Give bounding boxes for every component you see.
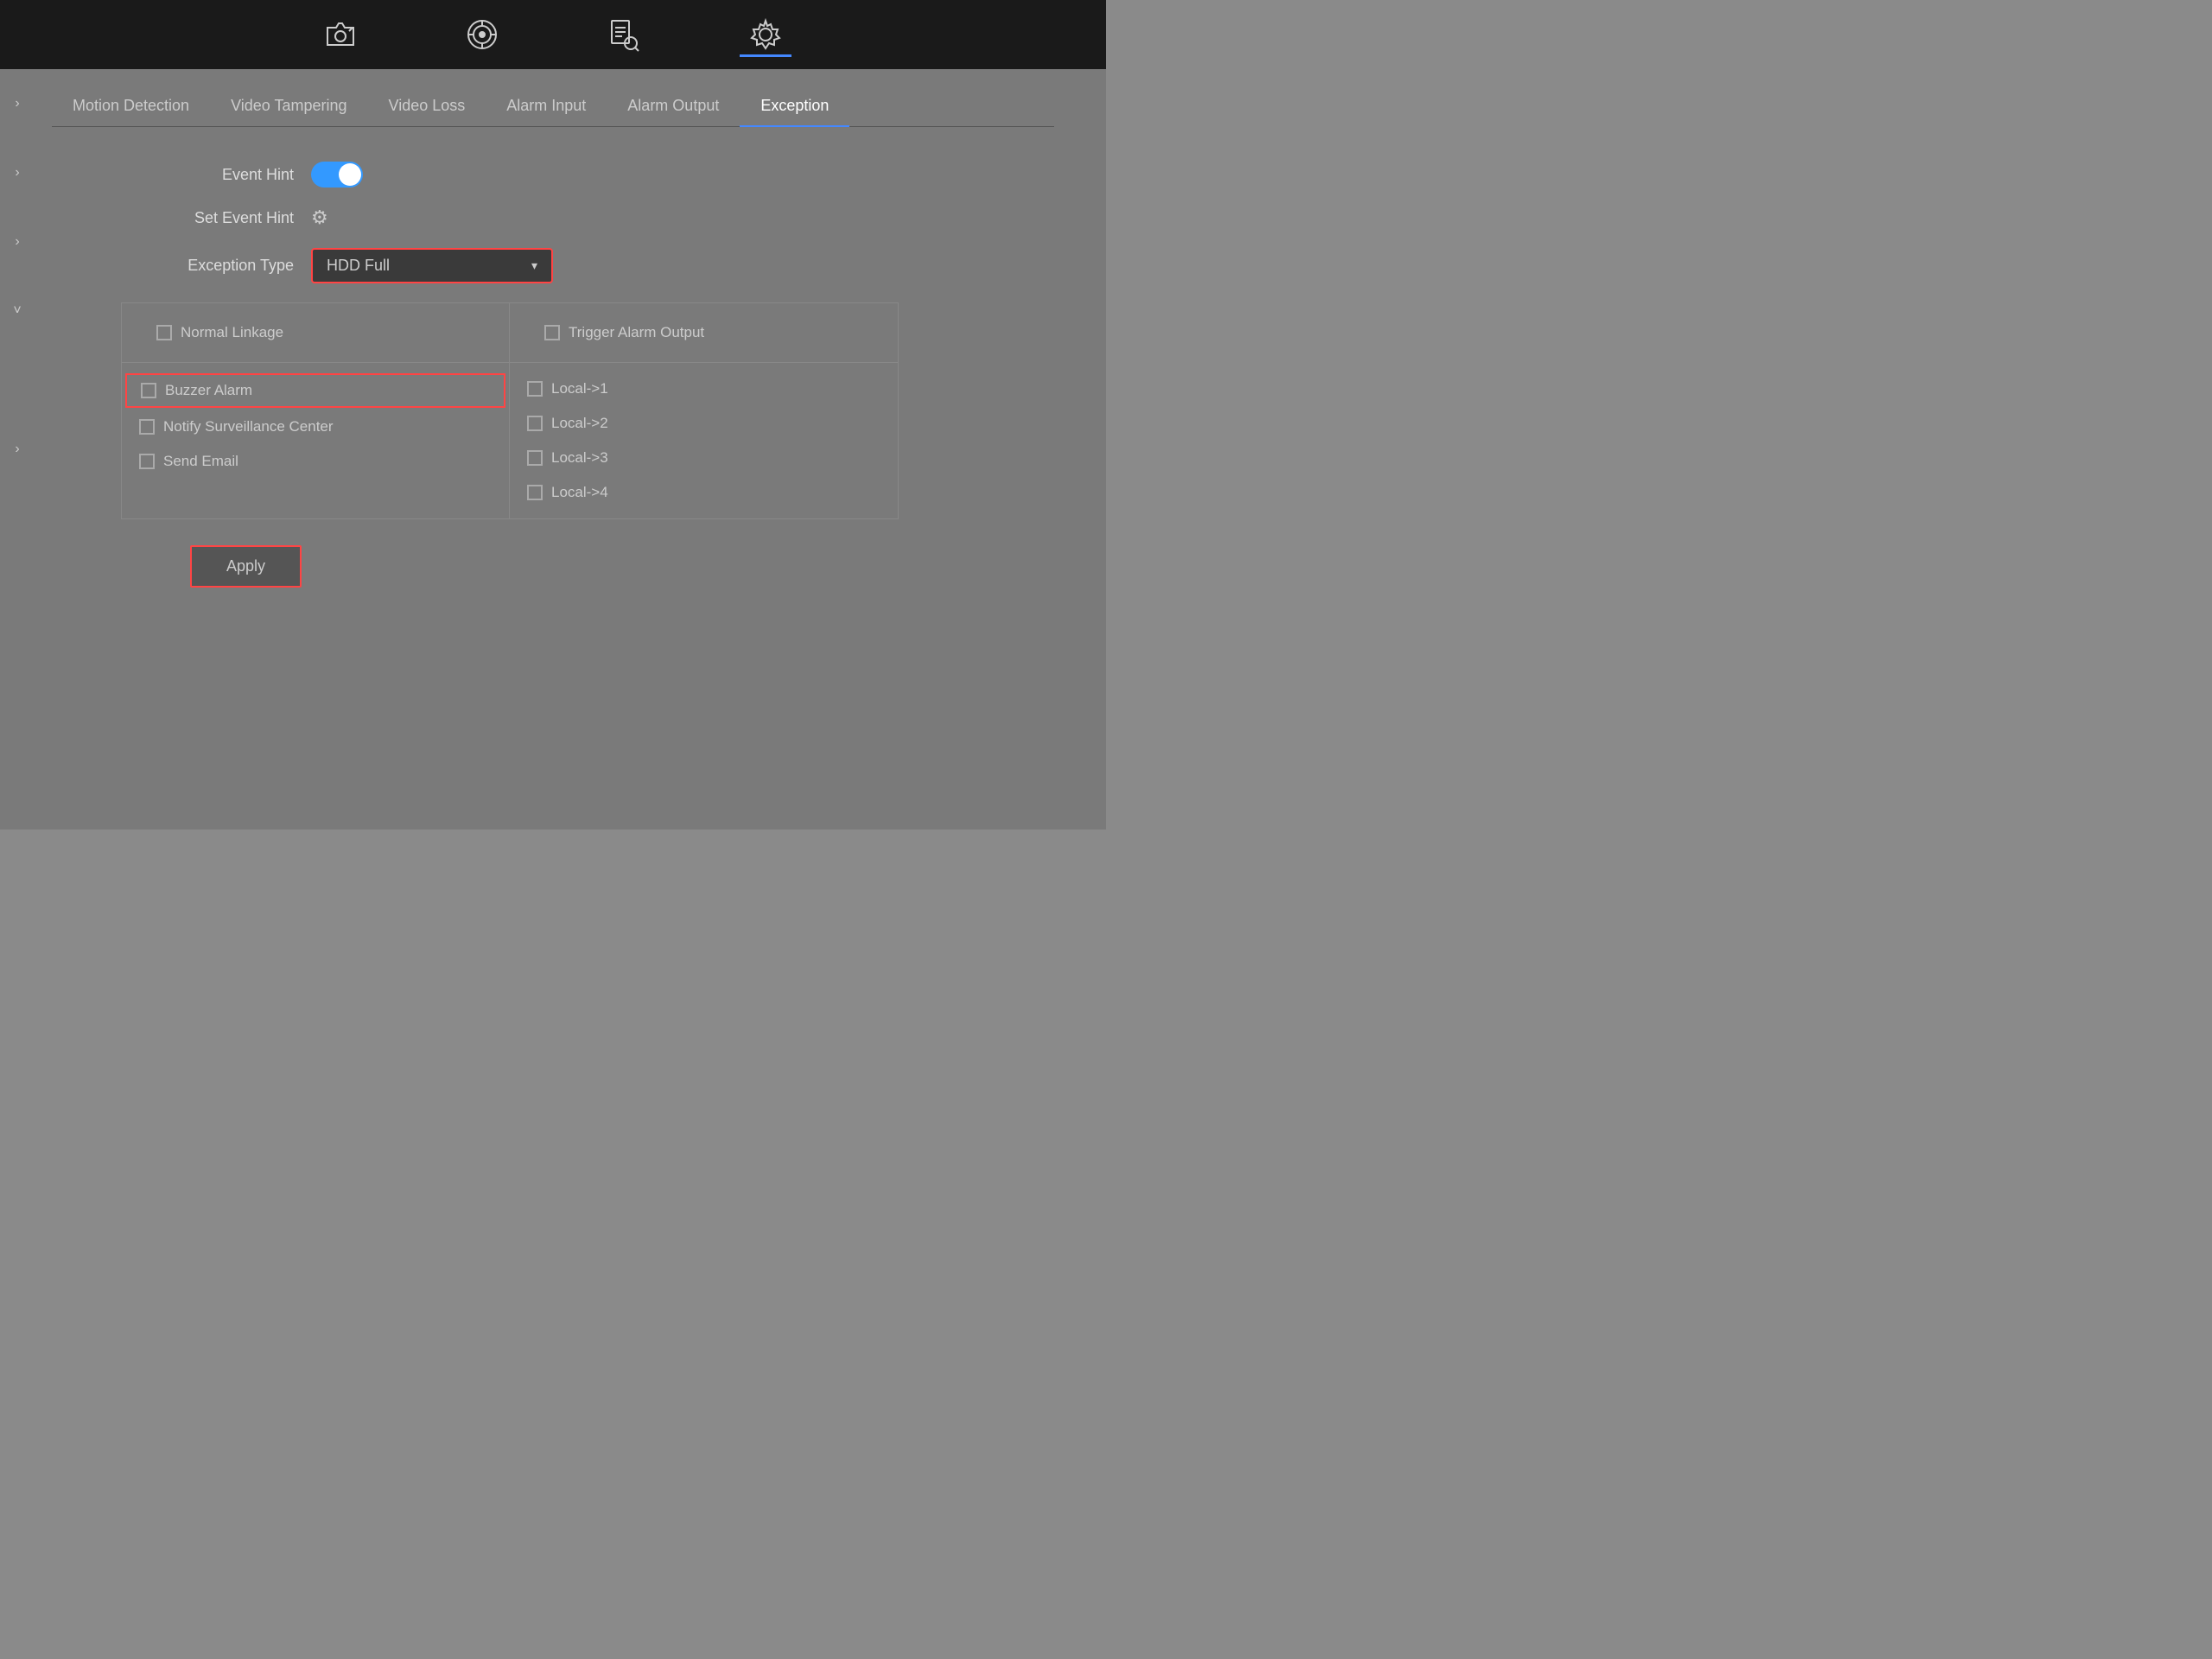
local-1-checkbox[interactable] (527, 381, 543, 397)
content-area: › › › ˅ › Motion Detection Video Tamperi… (0, 69, 1106, 830)
tab-motion-detection[interactable]: Motion Detection (52, 86, 210, 127)
form-area: Event Hint Set Event Hint ⚙ Exception Ty… (52, 153, 1054, 596)
sidebar-arrow-2[interactable]: › (9, 164, 26, 181)
sidebar-arrow-1[interactable]: › (9, 95, 26, 112)
sidebar-arrow-3[interactable]: › (9, 233, 26, 251)
trigger-alarm-checkbox-row[interactable]: Trigger Alarm Output (527, 315, 880, 350)
notify-surveillance-row[interactable]: Notify Surveillance Center (122, 410, 509, 444)
linkage-right-column: Local->1 Local->2 Local->3 Local (510, 363, 898, 518)
camera-icon (321, 16, 359, 54)
linkage-table-body: Buzzer Alarm Notify Surveillance Center … (122, 363, 898, 518)
exception-type-value: HDD Full (327, 257, 390, 275)
event-hint-toggle[interactable] (311, 162, 363, 188)
tab-exception[interactable]: Exception (740, 86, 849, 127)
exception-type-row: Exception Type HDD Full ▾ (121, 248, 985, 283)
tab-alarm-input[interactable]: Alarm Input (486, 86, 607, 127)
notify-surveillance-label: Notify Surveillance Center (163, 418, 334, 435)
tab-video-loss[interactable]: Video Loss (368, 86, 486, 127)
notify-surveillance-checkbox[interactable] (139, 419, 155, 435)
trigger-alarm-label: Trigger Alarm Output (569, 324, 704, 341)
local-2-checkbox[interactable] (527, 416, 543, 431)
local-2-label: Local->2 (551, 415, 608, 432)
top-nav-bar (0, 0, 1106, 69)
tab-alarm-output[interactable]: Alarm Output (607, 86, 740, 127)
nav-item-settings[interactable] (747, 16, 785, 54)
apply-button[interactable]: Apply (190, 545, 302, 588)
dropdown-arrow-icon: ▾ (531, 258, 537, 273)
linkage-left-column: Buzzer Alarm Notify Surveillance Center … (122, 363, 510, 518)
sidebar-arrow-5[interactable]: › (9, 441, 26, 458)
linkage-table: Normal Linkage Trigger Alarm Output (121, 302, 899, 519)
trigger-alarm-checkbox[interactable] (544, 325, 560, 340)
playback-icon (463, 16, 501, 54)
local-4-checkbox[interactable] (527, 485, 543, 500)
toggle-knob (339, 163, 361, 186)
buzzer-alarm-checkbox[interactable] (141, 383, 156, 398)
screen: › › › ˅ › Motion Detection Video Tamperi… (0, 0, 1106, 830)
tab-video-tampering[interactable]: Video Tampering (210, 86, 367, 127)
nav-item-camera[interactable] (321, 16, 359, 54)
local-4-row[interactable]: Local->4 (510, 475, 898, 510)
buzzer-alarm-row[interactable]: Buzzer Alarm (125, 373, 505, 408)
normal-linkage-checkbox-row[interactable]: Normal Linkage (139, 315, 492, 350)
nav-item-search[interactable] (605, 16, 643, 54)
local-4-label: Local->4 (551, 484, 608, 501)
trigger-alarm-header: Trigger Alarm Output (510, 303, 898, 362)
set-event-hint-row: Set Event Hint ⚙ (121, 207, 985, 229)
exception-type-dropdown[interactable]: HDD Full ▾ (311, 248, 553, 283)
local-3-row[interactable]: Local->3 (510, 441, 898, 475)
send-email-label: Send Email (163, 453, 238, 470)
local-2-row[interactable]: Local->2 (510, 406, 898, 441)
normal-linkage-checkbox[interactable] (156, 325, 172, 340)
local-3-label: Local->3 (551, 449, 608, 467)
linkage-table-header: Normal Linkage Trigger Alarm Output (122, 303, 898, 363)
sidebar-arrow-4[interactable]: ˅ (9, 302, 26, 320)
search-icon (605, 16, 643, 54)
send-email-checkbox[interactable] (139, 454, 155, 469)
send-email-row[interactable]: Send Email (122, 444, 509, 479)
event-hint-label: Event Hint (121, 166, 294, 184)
local-1-label: Local->1 (551, 380, 608, 397)
sub-tabs-bar: Motion Detection Video Tampering Video L… (52, 86, 1054, 127)
normal-linkage-label: Normal Linkage (181, 324, 283, 341)
settings-gear-icon (747, 16, 785, 54)
nav-item-playback[interactable] (463, 16, 501, 54)
local-1-row[interactable]: Local->1 (510, 372, 898, 406)
buzzer-alarm-label: Buzzer Alarm (165, 382, 252, 399)
event-hint-row: Event Hint (121, 162, 985, 188)
exception-type-label: Exception Type (121, 257, 294, 275)
set-event-hint-label: Set Event Hint (121, 209, 294, 227)
normal-linkage-header: Normal Linkage (122, 303, 510, 362)
local-3-checkbox[interactable] (527, 450, 543, 466)
set-event-hint-gear-button[interactable]: ⚙ (311, 207, 328, 229)
